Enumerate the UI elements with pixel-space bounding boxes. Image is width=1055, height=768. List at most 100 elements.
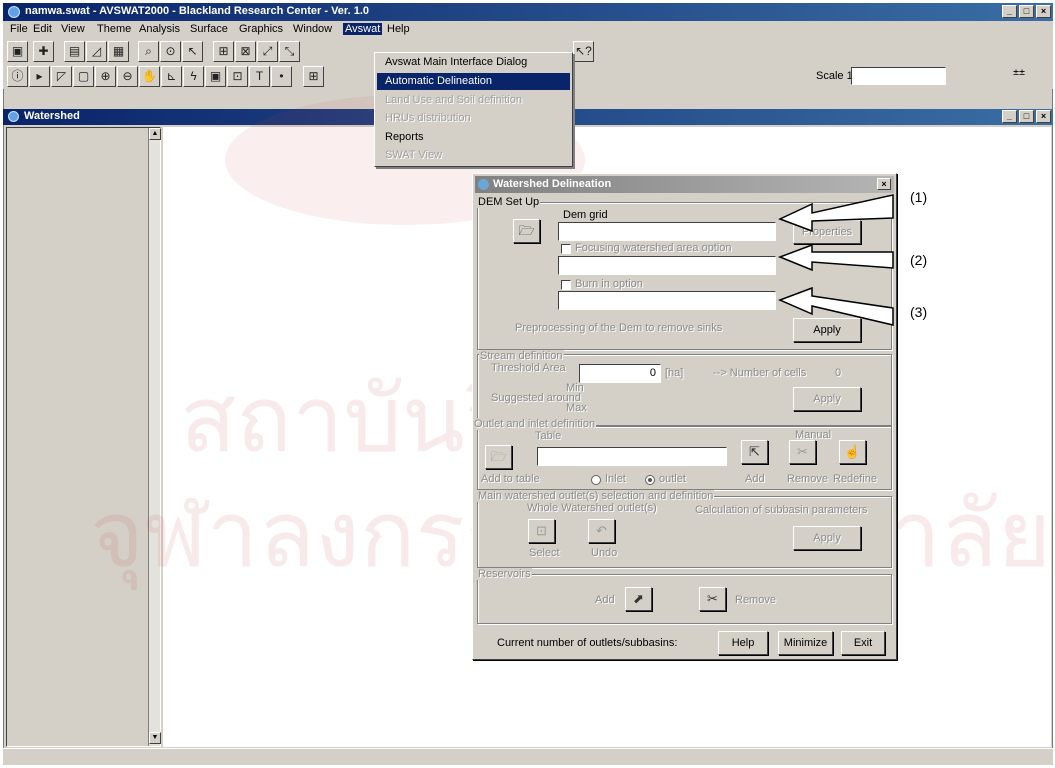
view-minimize-button[interactable]: _: [1002, 110, 1017, 123]
menu-item-automatic-delineation[interactable]: Automatic Delineation: [377, 73, 570, 90]
focusing-field[interactable]: [558, 256, 776, 275]
query-builder-icon[interactable]: ◿: [86, 41, 107, 62]
draw-point-icon[interactable]: •: [271, 66, 292, 87]
open-folder-icon[interactable]: 🗁: [513, 219, 540, 243]
inlet-radio[interactable]: [591, 475, 601, 485]
zoom-full-icon[interactable]: ⊞: [213, 41, 234, 62]
save-icon[interactable]: ▣: [7, 41, 28, 62]
table-icon[interactable]: ▦: [108, 41, 129, 62]
menu-item-swat-view[interactable]: SWAT View: [377, 147, 570, 164]
threshold-label: Threshold Area: [491, 362, 566, 374]
menu-window[interactable]: Window: [293, 23, 332, 35]
dialog-titlebar: Watershed Delineation ×: [475, 176, 894, 193]
reservoirs-label: Reservoirs: [477, 568, 532, 580]
dem-apply-button[interactable]: Apply: [793, 318, 861, 342]
area-of-interest-icon[interactable]: ▣: [205, 66, 226, 87]
undo-label: Undo: [591, 547, 618, 559]
identify-icon[interactable]: ⓘ: [7, 66, 28, 87]
select-outlet-icon[interactable]: ⊡: [528, 519, 555, 543]
menu-avswat[interactable]: Avswat: [343, 23, 383, 35]
burn-in-label: Burn in option: [575, 278, 643, 290]
maximize-window-button[interactable]: □: [1019, 5, 1034, 18]
current-outlets-label: Current number of outlets/subbasins:: [497, 637, 678, 649]
close-window-button[interactable]: ×: [1036, 5, 1051, 18]
calc-apply-button[interactable]: Apply: [793, 526, 861, 550]
menu-graphics[interactable]: Graphics: [239, 23, 283, 35]
view-close-button[interactable]: ×: [1036, 110, 1051, 123]
add-reservoir-icon[interactable]: ⬈: [625, 587, 652, 611]
calc-subbasin-label: Calculation of subbasin parameters: [695, 504, 868, 516]
remove-label: Remove: [787, 473, 828, 485]
stream-apply-button[interactable]: Apply: [793, 387, 861, 411]
remove-outlet-scissors-icon[interactable]: ✂: [789, 440, 816, 464]
vertex-edit-icon[interactable]: ◸: [51, 66, 72, 87]
table-label: Table: [535, 430, 562, 442]
snap-icon[interactable]: ⊞: [303, 66, 324, 87]
reservoir-remove-label: Remove: [735, 594, 776, 606]
outlet-label: outlet: [659, 473, 686, 485]
outlet-radio[interactable]: [645, 475, 655, 485]
locate-icon[interactable]: ⊙: [160, 41, 181, 62]
table-open-icon[interactable]: 🗁: [485, 445, 512, 469]
view-maximize-button[interactable]: □: [1019, 110, 1034, 123]
select-label: Select: [529, 547, 560, 559]
menu-theme[interactable]: Theme: [97, 23, 131, 35]
focusing-option-label: Focusing watershed area option: [575, 242, 732, 254]
text-tool-icon[interactable]: T: [249, 66, 270, 87]
menu-view[interactable]: View: [61, 23, 85, 35]
remove-reservoir-scissors-icon[interactable]: ✂: [699, 587, 726, 611]
zoom-out-tool-icon[interactable]: ⊖: [117, 66, 138, 87]
label-icon[interactable]: ⊡: [227, 66, 248, 87]
avswat-menu: Avswat Main Interface Dialog Automatic D…: [374, 52, 573, 167]
measure-icon[interactable]: ⊾: [161, 66, 182, 87]
menu-item-land-use-soil[interactable]: Land Use and Soil definition: [377, 92, 570, 109]
view-globe-icon: [8, 111, 19, 122]
select-arrow-icon[interactable]: ↖: [182, 41, 203, 62]
zoom-in-icon[interactable]: ⤢: [257, 41, 278, 62]
find-icon[interactable]: ⌕: [138, 41, 159, 62]
properties-icon[interactable]: ▤: [64, 41, 85, 62]
dialog-close-button[interactable]: ×: [877, 178, 891, 190]
exit-button[interactable]: Exit: [841, 631, 885, 655]
menu-help[interactable]: Help: [387, 23, 410, 35]
help-pointer-icon[interactable]: ↖?: [573, 41, 594, 62]
app-titlebar: namwa.swat - AVSWAT2000 - Blackland Rese…: [3, 3, 1053, 21]
help-button[interactable]: Help: [718, 631, 768, 655]
menu-surface[interactable]: Surface: [190, 23, 228, 35]
table-of-contents[interactable]: ▲ ▼: [6, 127, 161, 747]
threshold-field[interactable]: 0: [579, 364, 661, 383]
pan-icon[interactable]: ✋: [139, 66, 160, 87]
hotlink-icon[interactable]: ϟ: [183, 66, 204, 87]
zoom-in-tool-icon[interactable]: ⊕: [95, 66, 116, 87]
burn-in-checkbox[interactable]: [561, 280, 571, 290]
table-field[interactable]: [537, 447, 727, 466]
select-feature-icon[interactable]: ▢: [73, 66, 94, 87]
minimize-button[interactable]: Minimize: [778, 631, 833, 655]
properties-button[interactable]: Properties: [793, 220, 861, 244]
minimize-window-button[interactable]: _: [1002, 5, 1017, 18]
menubar: File Edit View Theme Analysis Surface Gr…: [3, 21, 1053, 39]
menu-item-reports[interactable]: Reports: [377, 129, 570, 146]
scroll-down-icon[interactable]: ▼: [149, 732, 161, 744]
undo-outlet-icon[interactable]: ↶: [588, 519, 615, 543]
pointer-icon[interactable]: ▸: [29, 66, 50, 87]
menu-edit[interactable]: Edit: [33, 23, 52, 35]
zoom-out-icon[interactable]: ⤡: [279, 41, 300, 62]
add-outlet-pointer-icon[interactable]: ⇱: [741, 440, 768, 464]
scale-input[interactable]: [851, 67, 946, 85]
zoom-selected-icon[interactable]: ⊠: [235, 41, 256, 62]
redefine-outlet-hand-icon[interactable]: ☝: [839, 440, 866, 464]
dem-grid-field[interactable]: [558, 222, 776, 241]
main-outlet-label: Main watershed outlet(s) selection and d…: [477, 490, 715, 502]
stream-definition-label: Stream definition: [479, 350, 564, 362]
menu-item-main-interface[interactable]: Avswat Main Interface Dialog: [377, 54, 570, 71]
add-theme-icon[interactable]: ✚: [33, 41, 54, 62]
inlet-label: Inlet: [605, 473, 626, 485]
focusing-checkbox[interactable]: [561, 244, 571, 254]
menu-file[interactable]: File: [10, 23, 28, 35]
scroll-up-icon[interactable]: ▲: [149, 128, 161, 140]
menu-item-hrus-distribution[interactable]: HRUs distribution: [377, 110, 570, 127]
burn-in-field[interactable]: [558, 291, 776, 310]
menu-analysis[interactable]: Analysis: [139, 23, 180, 35]
toc-scrollbar[interactable]: ▲ ▼: [148, 128, 161, 746]
